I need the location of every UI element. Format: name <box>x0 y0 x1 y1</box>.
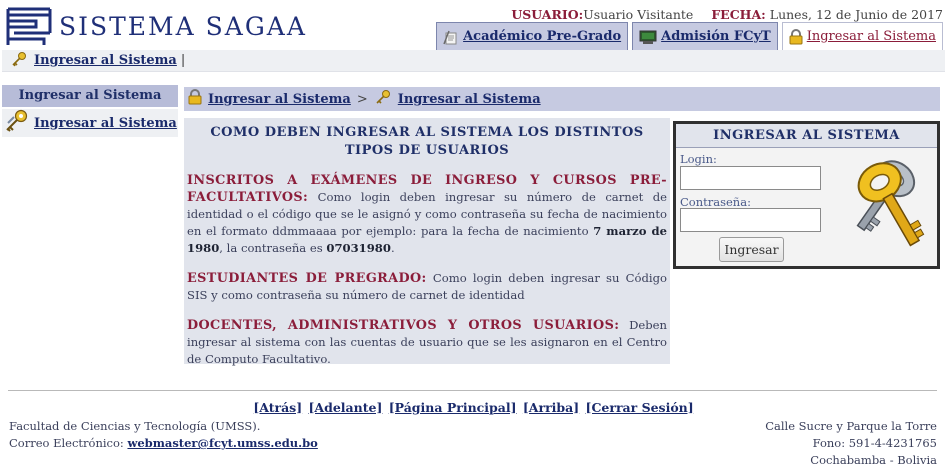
example-password: 07031980 <box>326 241 391 255</box>
sagaa-logo <box>6 6 52 46</box>
lock-icon <box>789 28 803 45</box>
tab-admision[interactable]: Admisión FCyT <box>632 22 778 50</box>
monitor-icon <box>639 29 657 45</box>
login-form: INGRESAR AL SISTEMA Login: Contraseña: I… <box>673 121 940 269</box>
footer-city: Cochabamba - Bolivia <box>810 453 937 467</box>
login-title: INGRESAR AL SISTEMA <box>676 124 937 148</box>
instructions-title: COMO DEBEN INGRESAR AL SISTEMA LOS DISTI… <box>210 125 644 158</box>
instructions-panel: COMO DEBEN INGRESAR AL SISTEMA LOS DISTI… <box>184 118 670 366</box>
section-heading: DOCENTES, ADMINISTRATIVOS Y OTROS USUARI… <box>187 318 620 333</box>
breadcrumb-link-2[interactable]: Ingresar al Sistema <box>398 92 541 107</box>
tab-academico[interactable]: Académico Pre-Grado <box>436 22 629 50</box>
nav-home-link[interactable]: [Página Principal] <box>389 400 517 415</box>
lock-icon <box>188 89 202 109</box>
footer-phone: Fono: 591-4-4231765 <box>812 436 937 450</box>
keys-icon <box>374 89 392 109</box>
nav-forward-link[interactable]: [Adelante] <box>308 400 382 415</box>
footer-nav: [Atrás] [Adelante] [Página Principal] [A… <box>0 400 947 415</box>
email-link[interactable]: webmaster@fcyt.umss.edu.bo <box>127 436 317 450</box>
section-docentes: DOCENTES, ADMINISTRATIVOS Y OTROS USUARI… <box>187 317 667 368</box>
subnav-ingresar-link[interactable]: Ingresar al Sistema <box>34 53 177 68</box>
footer-divider <box>8 390 937 391</box>
main-tabs: Académico Pre-Grado Admisión FCyT Ingres… <box>436 22 943 50</box>
sidebar-item-label[interactable]: Ingresar al Sistema <box>34 116 177 131</box>
user-value: Usuario Visitante <box>583 7 694 22</box>
nav-back-link[interactable]: [Atrás] <box>253 400 302 415</box>
tab-label: Académico Pre-Grado <box>463 29 622 44</box>
keys-icon <box>833 152 933 264</box>
subnav-separator: | <box>180 53 186 68</box>
password-label: Contraseña: <box>680 195 751 209</box>
nav-logout-link[interactable]: [Cerrar Sesión] <box>586 400 694 415</box>
tab-ingresar[interactable]: Ingresar al Sistema <box>781 22 943 50</box>
sidebar-title: Ingresar al Sistema <box>2 85 178 107</box>
breadcrumb-link-1[interactable]: Ingresar al Sistema <box>208 92 351 107</box>
section-text: , la contraseña es <box>219 241 327 255</box>
keys-icon <box>10 51 28 71</box>
footer-contact: Correo Electrónico: webmaster@fcyt.umss.… <box>9 436 318 450</box>
footer-address: Calle Sucre y Parque la Torre <box>765 419 937 433</box>
tab-label: Admisión FCyT <box>661 29 771 44</box>
section-estudiantes: ESTUDIANTES DE PREGRADO: Como login debe… <box>187 270 667 304</box>
section-heading: ESTUDIANTES DE PREGRADO: <box>187 271 427 286</box>
user-info: USUARIO:Usuario Visitante FECHA: Lunes, 1… <box>511 7 943 22</box>
breadcrumb: Ingresar al Sistema > Ingresar al Sistem… <box>184 87 940 111</box>
section-inscritos: INSCRITOS A EXÁMENES DE INGRESO Y CURSOS… <box>187 172 667 257</box>
section-text: . <box>390 241 395 255</box>
login-label: Login: <box>680 152 717 166</box>
user-label: USUARIO: <box>511 7 584 22</box>
password-input[interactable] <box>680 208 821 232</box>
login-input[interactable] <box>680 166 821 190</box>
sub-navbar: Ingresar al Sistema | <box>2 50 945 72</box>
email-label: Correo Electrónico: <box>9 436 128 450</box>
login-button[interactable]: Ingresar <box>719 237 784 262</box>
breadcrumb-separator: > <box>356 91 368 107</box>
footer-faculty: Facultad de Ciencias y Tecnología (UMSS)… <box>9 419 261 433</box>
tab-label: Ingresar al Sistema <box>806 29 936 44</box>
date-label: FECHA: <box>711 7 766 22</box>
nav-top-link[interactable]: [Arriba] <box>523 400 579 415</box>
app-title: SISTEMA SAGAA <box>59 12 307 41</box>
date-value: Lunes, 12 de Junio de 2017 <box>769 7 943 22</box>
keys-icon <box>4 109 30 137</box>
sidebar-item-ingresar[interactable]: Ingresar al Sistema <box>2 109 178 137</box>
document-icon <box>443 29 459 45</box>
